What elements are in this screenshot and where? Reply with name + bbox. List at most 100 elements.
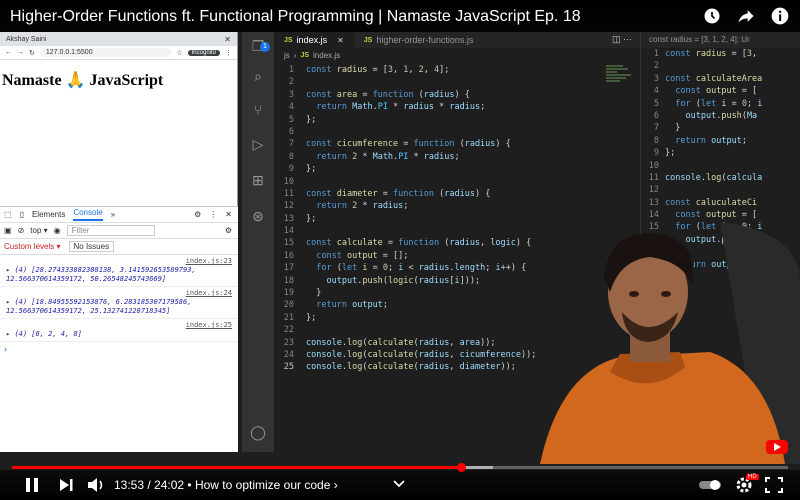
profile-label[interactable]: Akshay Saini bbox=[6, 36, 46, 43]
watch-later-icon[interactable] bbox=[702, 6, 722, 26]
line-number: 12 bbox=[283, 201, 294, 212]
video-title[interactable]: Higher-Order Functions ft. Functional Pr… bbox=[10, 8, 581, 26]
code-line[interactable]: 12 bbox=[641, 184, 800, 196]
clear-console-icon[interactable]: ⊘ bbox=[18, 226, 25, 235]
settings-gear-icon[interactable]: ⚙ bbox=[194, 210, 201, 219]
breadcrumb-folder[interactable]: js bbox=[284, 51, 290, 60]
code-line[interactable]: 12 return 2 * radius; bbox=[274, 200, 640, 212]
filter-input[interactable]: Filter bbox=[66, 225, 155, 236]
code-line[interactable]: 6 output.push(Ma bbox=[641, 110, 800, 122]
console-log-entry[interactable]: index.js:24 ▸ (4) [18.84955592153876, 6.… bbox=[0, 287, 238, 319]
code-line[interactable]: 3 const calculateArea bbox=[641, 73, 800, 85]
code-text: console.log(calculate(radius, area)); bbox=[306, 337, 496, 348]
breadcrumb-file[interactable]: index.js bbox=[313, 51, 340, 60]
code-line[interactable]: 4 return Math.PI * radius * radius; bbox=[274, 101, 640, 113]
close-tab-icon[interactable]: ✕ bbox=[224, 35, 231, 44]
account-icon[interactable]: ◯ bbox=[250, 424, 266, 440]
code-line[interactable]: 3 const area = function (radius) { bbox=[274, 89, 640, 101]
bookmark-star-icon[interactable]: ☆ bbox=[176, 49, 182, 57]
code-line[interactable]: 10 bbox=[641, 160, 800, 172]
code-line[interactable]: 14 const output = [ bbox=[641, 209, 800, 221]
code-line[interactable]: 13 const caluculateCi bbox=[641, 197, 800, 209]
devtools-panel: ⬚ ▯ Elements Console » ⚙ ⋮ ✕ ▣ ⊘ top ▾ ◉… bbox=[0, 206, 238, 452]
line-number: 22 bbox=[283, 325, 294, 336]
volume-icon[interactable] bbox=[86, 476, 106, 494]
code-line[interactable]: 5}; bbox=[274, 114, 640, 126]
pause-icon[interactable] bbox=[22, 476, 42, 494]
code-text: const radius = [3, 1, 2, 4]; bbox=[306, 65, 450, 75]
tab-elements[interactable]: Elements bbox=[32, 210, 65, 219]
code-line[interactable]: 11 const diameter = function (radius) { bbox=[274, 188, 640, 200]
code-line[interactable]: 4 const output = [ bbox=[641, 85, 800, 97]
reload-icon[interactable]: ↻ bbox=[29, 49, 35, 57]
browser-menu-icon[interactable]: ⋮ bbox=[225, 49, 232, 57]
search-icon[interactable]: ⌕ bbox=[250, 68, 266, 84]
code-line[interactable]: 6 bbox=[274, 126, 640, 138]
more-tabs-icon[interactable]: » bbox=[111, 210, 115, 219]
eye-icon[interactable]: ◉ bbox=[54, 226, 61, 235]
back-icon[interactable]: ← bbox=[5, 49, 12, 56]
issues-button[interactable]: No Issues bbox=[68, 241, 115, 252]
share-icon[interactable] bbox=[736, 6, 756, 26]
tab-console[interactable]: Console bbox=[73, 208, 103, 221]
code-line[interactable]: 1 const radius = [3, 1, 2, 4]; bbox=[274, 64, 640, 76]
code-line[interactable]: 2 bbox=[641, 60, 800, 72]
line-number: 9 bbox=[288, 164, 294, 175]
minimap[interactable] bbox=[606, 64, 634, 114]
source-control-icon[interactable]: ⑂ bbox=[250, 102, 266, 118]
code-line[interactable]: 7 } bbox=[641, 122, 800, 134]
device-toolbar-icon[interactable]: ▯ bbox=[20, 210, 24, 219]
code-line[interactable]: 9}; bbox=[641, 147, 800, 159]
secondary-tab[interactable]: const radius = [3, 1, 2, 4]; Ur bbox=[641, 32, 800, 48]
code-text: }; bbox=[665, 148, 676, 159]
screen: Higher-Order Functions ft. Functional Pr… bbox=[0, 0, 800, 500]
chapter-chevron-icon[interactable]: › bbox=[334, 478, 338, 492]
code-line[interactable]: 10 bbox=[274, 176, 640, 188]
info-icon[interactable] bbox=[770, 6, 790, 26]
log-source-link[interactable]: index.js:25 bbox=[6, 321, 232, 330]
close-devtools-icon[interactable]: ✕ bbox=[225, 210, 232, 219]
inspect-element-icon[interactable]: ⬚ bbox=[4, 210, 12, 219]
line-number: 19 bbox=[283, 288, 294, 299]
devtools-menu-icon[interactable]: ⋮ bbox=[209, 210, 217, 219]
code-line[interactable]: 9}; bbox=[274, 163, 640, 175]
chevron-down-icon[interactable] bbox=[392, 478, 406, 490]
extensions-icon[interactable]: ⊞ bbox=[250, 172, 266, 188]
code-text: output.push(logic(radius[i])); bbox=[326, 275, 481, 286]
code-line[interactable]: 5 for (let i = 0; i bbox=[641, 98, 800, 110]
console-log-entry[interactable]: index.js:23 ▸ (4) [28.274333882308138, 3… bbox=[0, 255, 238, 287]
code-line[interactable]: 11 console.log(calcula bbox=[641, 172, 800, 184]
code-line[interactable]: 8 return output; bbox=[641, 135, 800, 147]
chapter-title[interactable]: How to optimize our code bbox=[195, 478, 330, 492]
video-progress-bar[interactable] bbox=[12, 463, 788, 472]
code-line[interactable]: 8 return 2 * Math.PI * radius; bbox=[274, 151, 640, 163]
progress-scrubber-handle[interactable] bbox=[456, 463, 466, 472]
incognito-badge[interactable]: Incognito bbox=[187, 49, 220, 56]
tab-index-js[interactable]: JS index.js ✕ bbox=[274, 32, 354, 48]
live-share-icon[interactable]: ⊛ bbox=[250, 208, 266, 224]
split-editor-icon[interactable]: ◫ ··· bbox=[604, 32, 640, 48]
code-line[interactable]: 7 const cicumference = function (radius) … bbox=[274, 138, 640, 150]
fullscreen-icon[interactable] bbox=[764, 476, 784, 494]
sidebar-toggle-icon[interactable]: ▣ bbox=[4, 226, 12, 235]
console-log-entry[interactable]: index.js:25 ▸ (4) [6, 2, 4, 8] bbox=[0, 319, 238, 342]
context-select[interactable]: top ▾ bbox=[30, 226, 47, 235]
autoplay-toggle[interactable] bbox=[698, 476, 722, 494]
tab-higher-order-functions-js[interactable]: JS higher-order-functions.js bbox=[354, 32, 484, 48]
line-number: 10 bbox=[283, 176, 294, 187]
forward-icon[interactable]: → bbox=[17, 49, 24, 56]
line-number: 12 bbox=[648, 185, 659, 196]
youtube-subscribe-logo-icon[interactable] bbox=[766, 440, 788, 454]
run-debug-icon[interactable]: ▷ bbox=[250, 136, 266, 152]
next-icon[interactable] bbox=[56, 476, 76, 494]
log-levels-select[interactable]: Custom levels ▾ bbox=[4, 242, 61, 251]
url-field[interactable]: 127.0.0.1:5500 bbox=[39, 48, 172, 57]
line-number: 17 bbox=[283, 263, 294, 274]
log-source-link[interactable]: index.js:24 bbox=[6, 289, 232, 298]
code-line[interactable]: 1 const radius = [3, bbox=[641, 48, 800, 60]
code-line[interactable]: 2 bbox=[274, 76, 640, 88]
log-source-link[interactable]: index.js:23 bbox=[6, 257, 232, 266]
close-tab-icon[interactable]: ✕ bbox=[337, 36, 344, 45]
console-settings-icon[interactable]: ⚙ bbox=[225, 226, 232, 235]
console-prompt[interactable]: › bbox=[0, 342, 238, 356]
